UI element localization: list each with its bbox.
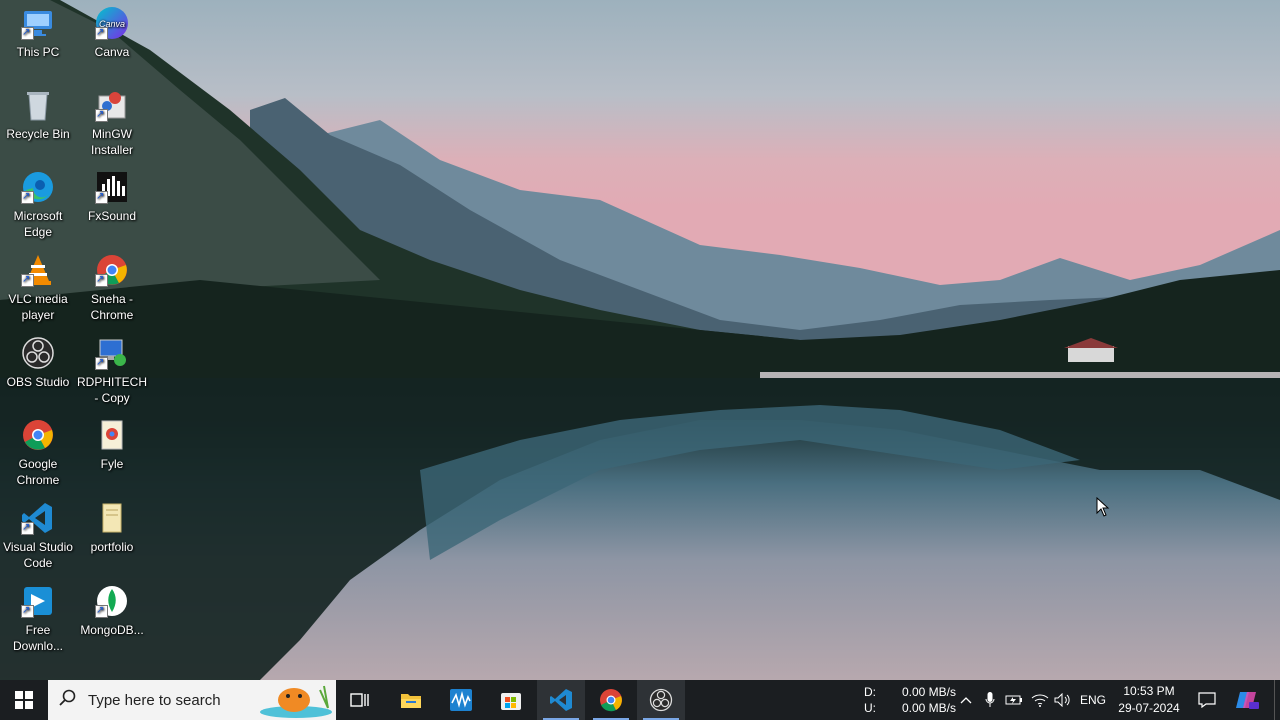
microphone-icon <box>985 692 995 707</box>
desktop-wallpaper <box>0 0 1280 680</box>
taskbar-search-box[interactable]: Type here to search <box>48 680 336 720</box>
desktop-icon-mongodb[interactable]: MongoDB... <box>74 584 150 638</box>
desktop-icon-rdphitech-copy[interactable]: RDPHITECH - Copy <box>74 336 150 406</box>
taskbar-microsoft-store[interactable] <box>487 680 535 720</box>
desktop-icon-label: OBS Studio <box>6 375 70 389</box>
obs-icon <box>21 336 55 370</box>
desktop-icon-label: portfolio <box>90 540 134 554</box>
installer-icon <box>95 88 129 123</box>
chrome-icon <box>600 689 622 712</box>
edge-icon <box>21 170 55 205</box>
chrome-icon <box>21 418 55 452</box>
speaker-icon <box>1054 693 1070 707</box>
fyle-file-icon <box>95 418 129 452</box>
computer-icon <box>21 6 55 41</box>
desktop-icon-recycle-bin[interactable]: Recycle Bin <box>0 88 76 142</box>
folder-file-icon <box>95 501 129 535</box>
taskbar: Type here to search D: 0.00 MB/s U: 0.00… <box>0 680 1280 720</box>
remote-desktop-icon <box>95 336 129 371</box>
copilot-button[interactable] <box>1232 680 1262 720</box>
wifi-icon <box>1031 694 1049 707</box>
waves-app-icon <box>450 689 472 711</box>
mouse-cursor <box>1096 496 1110 522</box>
input-language-button[interactable]: ENG <box>1080 680 1106 720</box>
windows-logo-icon <box>15 691 33 709</box>
chevron-up-icon <box>960 697 972 704</box>
clock-date: 29-07-2024 <box>1118 701 1180 715</box>
desktop-icon-label: VLC media player <box>8 292 68 322</box>
wallpaper-landscape <box>0 0 1280 680</box>
search-icon <box>48 689 88 712</box>
chrome-icon <box>95 253 129 288</box>
taskbar-file-explorer[interactable] <box>387 680 435 720</box>
desktop-icon-mingw-installer[interactable]: MinGW Installer <box>74 88 150 158</box>
desktop-icon-label: Microsoft Edge <box>13 209 63 239</box>
desktop-icon-sneha-chrome[interactable]: Sneha - Chrome <box>74 253 150 323</box>
desktop-icon-label: Google Chrome <box>16 457 60 487</box>
desktop-icon-free-download-manager[interactable]: Free Downlo... <box>0 584 76 654</box>
clock-button[interactable]: 10:53 PM 29-07-2024 <box>1112 680 1186 720</box>
action-center-button[interactable] <box>1194 680 1220 720</box>
desktop-icon-fxsound[interactable]: FxSound <box>74 170 150 224</box>
start-button[interactable] <box>0 680 48 720</box>
download-manager-icon <box>21 584 55 619</box>
language-indicator: ENG <box>1080 693 1107 707</box>
download-label: D: <box>864 685 876 699</box>
download-speed: 0.00 MB/s <box>901 685 956 699</box>
desktop-icon-label: FxSound <box>87 209 137 223</box>
desktop-icon-google-chrome[interactable]: Google Chrome <box>0 418 76 488</box>
desktop-icon-microsoft-edge[interactable]: Microsoft Edge <box>0 170 76 240</box>
folder-icon <box>401 694 421 708</box>
desktop-icon-label: Sneha - Chrome <box>90 292 134 322</box>
store-icon <box>501 693 521 710</box>
vlc-icon <box>21 253 55 288</box>
volume-tray-button[interactable] <box>1053 680 1073 720</box>
upload-speed: 0.00 MB/s <box>901 701 956 715</box>
taskbar-obs-studio[interactable] <box>637 680 685 720</box>
desktop-icon-obs-studio[interactable]: OBS Studio <box>0 336 76 390</box>
search-highlight-tiger-icon <box>258 682 332 720</box>
desktop-icon-this-pc[interactable]: This PC <box>0 6 76 60</box>
taskbar-waves-app[interactable] <box>437 680 485 720</box>
task-view-button[interactable] <box>336 680 384 720</box>
desktop-icon-visual-studio-code[interactable]: Visual Studio Code <box>0 501 76 571</box>
desktop-icon-label: This PC <box>16 45 60 59</box>
desktop-icon-label: RDPHITECH - Copy <box>76 375 147 405</box>
network-speed-widget[interactable]: D: 0.00 MB/s U: 0.00 MB/s <box>864 680 956 720</box>
battery-charging-icon <box>1005 695 1022 705</box>
vscode-icon <box>550 689 572 711</box>
microphone-tray-button[interactable] <box>982 680 998 720</box>
notification-icon <box>1198 692 1216 708</box>
canva-icon: Canva <box>95 6 129 41</box>
taskbar-visual-studio-code[interactable] <box>537 680 585 720</box>
desktop-icon-vlc[interactable]: VLC media player <box>0 253 76 323</box>
clock-time: 10:53 PM <box>1123 684 1175 698</box>
desktop-icon-label: Free Downlo... <box>12 623 64 653</box>
copilot-icon <box>1236 692 1259 709</box>
fxsound-icon <box>95 170 129 205</box>
desktop-icon-label: MongoDB... <box>80 623 144 637</box>
recycle-bin-icon <box>21 88 55 122</box>
obs-icon <box>649 688 673 712</box>
desktop-icon-label: MinGW Installer <box>90 127 134 157</box>
desktop-icon-label: Fyle <box>100 457 124 471</box>
show-hidden-icons-button[interactable] <box>958 680 974 720</box>
task-view-icon <box>350 693 369 707</box>
taskbar-google-chrome[interactable] <box>587 680 635 720</box>
mongodb-icon <box>95 584 129 619</box>
show-desktop-button[interactable] <box>1274 680 1280 720</box>
search-placeholder: Type here to search <box>88 691 221 709</box>
vscode-icon <box>21 501 55 536</box>
battery-tray-button[interactable] <box>1004 680 1024 720</box>
desktop-icon-portfolio[interactable]: portfolio <box>74 501 150 555</box>
desktop-icon-label: Canva <box>94 45 130 59</box>
desktop-icon-label: Visual Studio Code <box>3 540 73 570</box>
desktop-icon-label: Recycle Bin <box>6 127 70 141</box>
upload-label: U: <box>864 701 876 715</box>
wifi-tray-button[interactable] <box>1030 680 1050 720</box>
desktop-icon-canva[interactable]: Canva Canva <box>74 6 150 60</box>
desktop-icon-fyle[interactable]: Fyle <box>74 418 150 472</box>
